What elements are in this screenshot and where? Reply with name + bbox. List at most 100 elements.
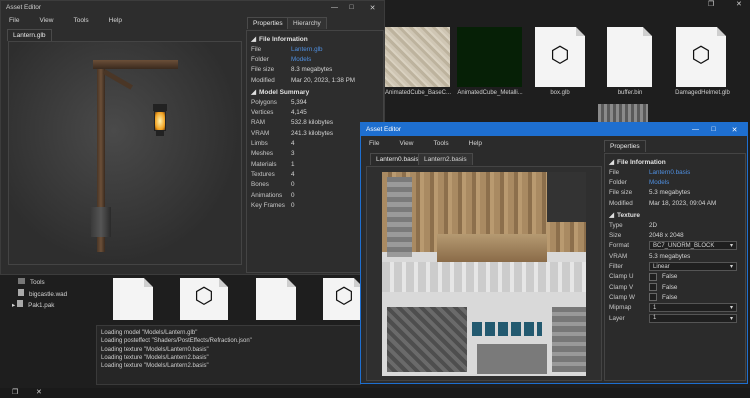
prop-filesize: File size 5.3 megabytes — [609, 189, 691, 197]
collapse-icon: ◢ — [251, 36, 256, 43]
file-icon — [17, 300, 24, 307]
window-icon[interactable]: ❐ — [12, 388, 18, 396]
menu-tools[interactable]: Tools — [73, 17, 88, 24]
base-region — [477, 344, 547, 374]
texture-viewport[interactable] — [366, 166, 602, 381]
file-link[interactable]: Lantern.glb — [291, 46, 323, 53]
cube-icon: ⬡ — [691, 42, 711, 67]
layer-select[interactable]: 1 — [649, 313, 737, 323]
maximize-button[interactable]: □ — [342, 1, 361, 14]
folder-link[interactable]: Models — [649, 179, 669, 186]
metal-region — [387, 177, 412, 257]
section-file-information[interactable]: ◢ File Information — [609, 157, 741, 167]
thumb-label: AnimatedCube_Metalli... — [457, 90, 523, 96]
prop-file: File Lantern0.basis — [609, 168, 691, 176]
thumb-atlas[interactable] — [598, 104, 648, 124]
menu-help[interactable]: Help — [469, 140, 482, 147]
format-select[interactable]: BC7_UNORM_BLOCK — [649, 241, 737, 251]
lantern-base — [91, 207, 111, 237]
log-line: Loading model "Models/Lantern.glb" — [101, 330, 198, 336]
thumb-doc[interactable] — [113, 278, 153, 320]
plank-region — [437, 234, 547, 262]
clamp-v-checkbox[interactable] — [649, 283, 657, 292]
collapse-icon: ◢ — [609, 212, 614, 220]
glass-region — [472, 322, 542, 336]
clamp-u-checkbox[interactable] — [649, 272, 657, 281]
taskbar: ❐ ✕ — [0, 388, 750, 398]
tab-properties[interactable]: Properties — [604, 140, 646, 152]
expand-icon[interactable]: ▸ — [12, 302, 15, 309]
file-tree: Tools bigcastle.wad ▸ Pak1.pak — [12, 278, 94, 312]
tree-item-tools[interactable]: Tools — [14, 278, 94, 289]
cube-icon: ⬡ — [334, 283, 354, 308]
filter-select[interactable]: Linear — [649, 262, 737, 272]
minimize-button[interactable]: — — [686, 123, 705, 136]
close-button[interactable]: ✕ — [725, 123, 744, 136]
thumb-doc[interactable] — [256, 278, 296, 320]
prop-clamp-w: Clamp W False — [609, 293, 678, 302]
thumb-metallic[interactable] — [457, 27, 522, 87]
model-viewport[interactable] — [8, 41, 242, 265]
menu-view[interactable]: View — [39, 17, 53, 24]
thumb-label: AnimatedCube_BaseC... — [384, 90, 452, 96]
prop-file: File Lantern.glb — [251, 45, 323, 53]
tab-properties[interactable]: Properties — [247, 17, 289, 29]
dark-region — [547, 172, 586, 222]
thumb-label: DamagedHelmet.glb — [675, 90, 730, 96]
prop-modified: Modified Mar 18, 2023, 09:04 AM — [609, 199, 717, 207]
log-line: Loading texture "Models/Lantern2.basis" — [101, 354, 209, 361]
thumb-buffer-bin[interactable] — [607, 27, 652, 87]
lantern-bottom — [156, 131, 164, 136]
tab-lantern0-basis[interactable]: Lantern0.basis — [370, 153, 425, 165]
maximize-button[interactable]: □ — [704, 123, 723, 136]
thumb-label: buffer.bin — [617, 90, 643, 96]
prop-mipmap: Mipmap 1 — [609, 303, 741, 313]
collapse-icon: ◢ — [609, 159, 614, 166]
cube-icon: ⬡ — [194, 283, 214, 308]
stone-region — [387, 307, 467, 372]
thumb-basecolor[interactable] — [385, 27, 450, 87]
folder-icon — [18, 278, 25, 284]
section-texture[interactable]: ◢ Texture — [609, 210, 741, 220]
prop-layer: Layer 1 — [609, 313, 741, 323]
prop-type: Type 2D — [609, 221, 658, 229]
asset-editor-window-1: Asset Editor — □ ✕ File View Tools Help … — [0, 0, 385, 275]
output-log[interactable]: Loading model "Models/Lantern.glb" Loadi… — [96, 325, 361, 385]
close-button[interactable]: ✕ — [363, 1, 382, 14]
texture-atlas — [382, 172, 586, 376]
tree-item-bigcastle[interactable]: bigcastle.wad — [14, 288, 94, 301]
menu-bar: File View Tools Help — [361, 137, 747, 150]
tab-hierarchy[interactable]: Hierarchy — [287, 17, 327, 29]
tree-item-pak1[interactable]: ▸ Pak1.pak — [12, 300, 94, 312]
prop-folder: Folder Models — [251, 55, 312, 63]
prop-modified: Modified Mar 20, 2023, 1:38 PM — [251, 76, 356, 84]
lantern-cap — [153, 104, 167, 111]
clamp-w-checkbox[interactable] — [649, 293, 657, 302]
prop-filesize: File size 8.3 megabytes — [251, 66, 333, 74]
bg-restore-button[interactable]: ❐ — [708, 0, 714, 8]
menu-file[interactable]: File — [9, 17, 19, 24]
tab-lantern-glb[interactable]: Lantern.glb — [7, 29, 52, 41]
prop-polygons: Polygons 5,394 — [251, 98, 307, 106]
close-icon[interactable]: ✕ — [36, 388, 42, 396]
menu-help[interactable]: Help — [109, 17, 122, 24]
prop-vertices: Vertices 4,145 — [251, 109, 307, 117]
menu-file[interactable]: File — [369, 140, 379, 147]
section-file-information[interactable]: ◢ File Information — [251, 34, 379, 44]
file-link[interactable]: Lantern0.basis — [649, 169, 690, 176]
menu-view[interactable]: View — [399, 140, 413, 147]
lantern-arm — [93, 60, 178, 69]
tab-lantern2-basis[interactable]: Lantern2.basis — [418, 153, 473, 165]
prop-size: Size 2048 x 2048 — [609, 232, 684, 240]
bg-close-button[interactable]: ✕ — [736, 0, 742, 8]
mipmap-select[interactable]: 1 — [649, 303, 737, 313]
menu-tools[interactable]: Tools — [433, 140, 448, 147]
prop-format: Format BC7_UNORM_BLOCK — [609, 241, 741, 251]
file-icon — [18, 288, 24, 296]
folder-link[interactable]: Models — [291, 56, 311, 63]
bracket-region — [382, 262, 586, 292]
cube-icon: ⬡ — [550, 42, 570, 67]
log-line: Loading posteffect "Shaders/PostEffects/… — [101, 338, 252, 345]
lantern-glow — [154, 111, 166, 131]
section-model-summary[interactable]: ◢ Model Summary — [251, 87, 379, 97]
